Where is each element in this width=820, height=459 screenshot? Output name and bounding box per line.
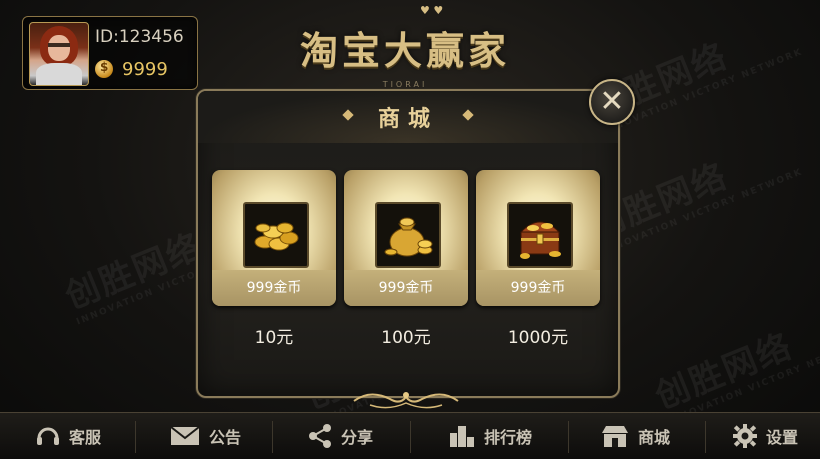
ornament-icon [353,392,459,409]
watermark: 创胜网络INNOVATION VICTORY NETWORK [649,326,820,428]
shop-dialog-title: 商城 [377,107,438,132]
bottom-nav: 客服 公告 分享 排行榜 商城 设置 [0,412,820,459]
avatar[interactable] [29,22,89,86]
item-price: 10元 [254,328,294,348]
money-bag-icon [375,202,441,268]
item-label: 999金币 [510,280,566,296]
gear-icon [732,424,757,448]
coin-pile-icon [243,202,309,268]
item-price: 1000元 [507,328,569,348]
nav-label: 商城 [637,428,670,447]
nav-item-customer-service[interactable]: 客服 [18,413,118,459]
player-id: ID:123456 [95,27,184,47]
nav-item-settings[interactable]: 设置 [715,413,815,459]
share-icon [308,424,331,448]
coin-icon [95,60,113,78]
nav-item-leaderboard[interactable]: 排行榜 [425,413,555,459]
game-title: 淘宝大赢家 [299,28,510,73]
envelope-icon [170,426,200,445]
nav-item-share[interactable]: 分享 [285,413,395,459]
ranking-icon [449,426,474,447]
nav-label: 公告 [208,428,241,447]
treasure-chest-icon [507,202,573,268]
nav-label: 客服 [68,428,101,447]
nav-label: 设置 [765,428,798,447]
coin-balance: 9999 [122,59,168,80]
nav-label: 分享 [340,428,373,447]
close-button[interactable]: ✕ [589,79,635,125]
nav-item-announcement[interactable]: 公告 [150,413,260,459]
shop-item-card[interactable]: 999金币 [344,170,468,306]
shop-icon [601,426,628,447]
shop-dialog: 商城 999金币 10元 999金币 100元 999金币 1000元 [196,89,620,398]
item-label: 999金币 [246,280,302,296]
item-label: 999金币 [378,280,434,296]
shop-item-card[interactable]: 999金币 [212,170,336,306]
shop-item-card[interactable]: 999金币 [476,170,600,306]
player-profile[interactable]: ID:123456 9999 [22,16,198,90]
hearts-icon: ♥ ♥ [420,4,444,17]
headset-icon [36,427,59,445]
nav-item-shop[interactable]: 商城 [580,413,690,459]
close-icon: ✕ [599,84,625,119]
game-subtitle: TIORAI [382,80,428,89]
nav-label: 排行榜 [483,428,532,447]
item-price: 100元 [381,328,431,348]
